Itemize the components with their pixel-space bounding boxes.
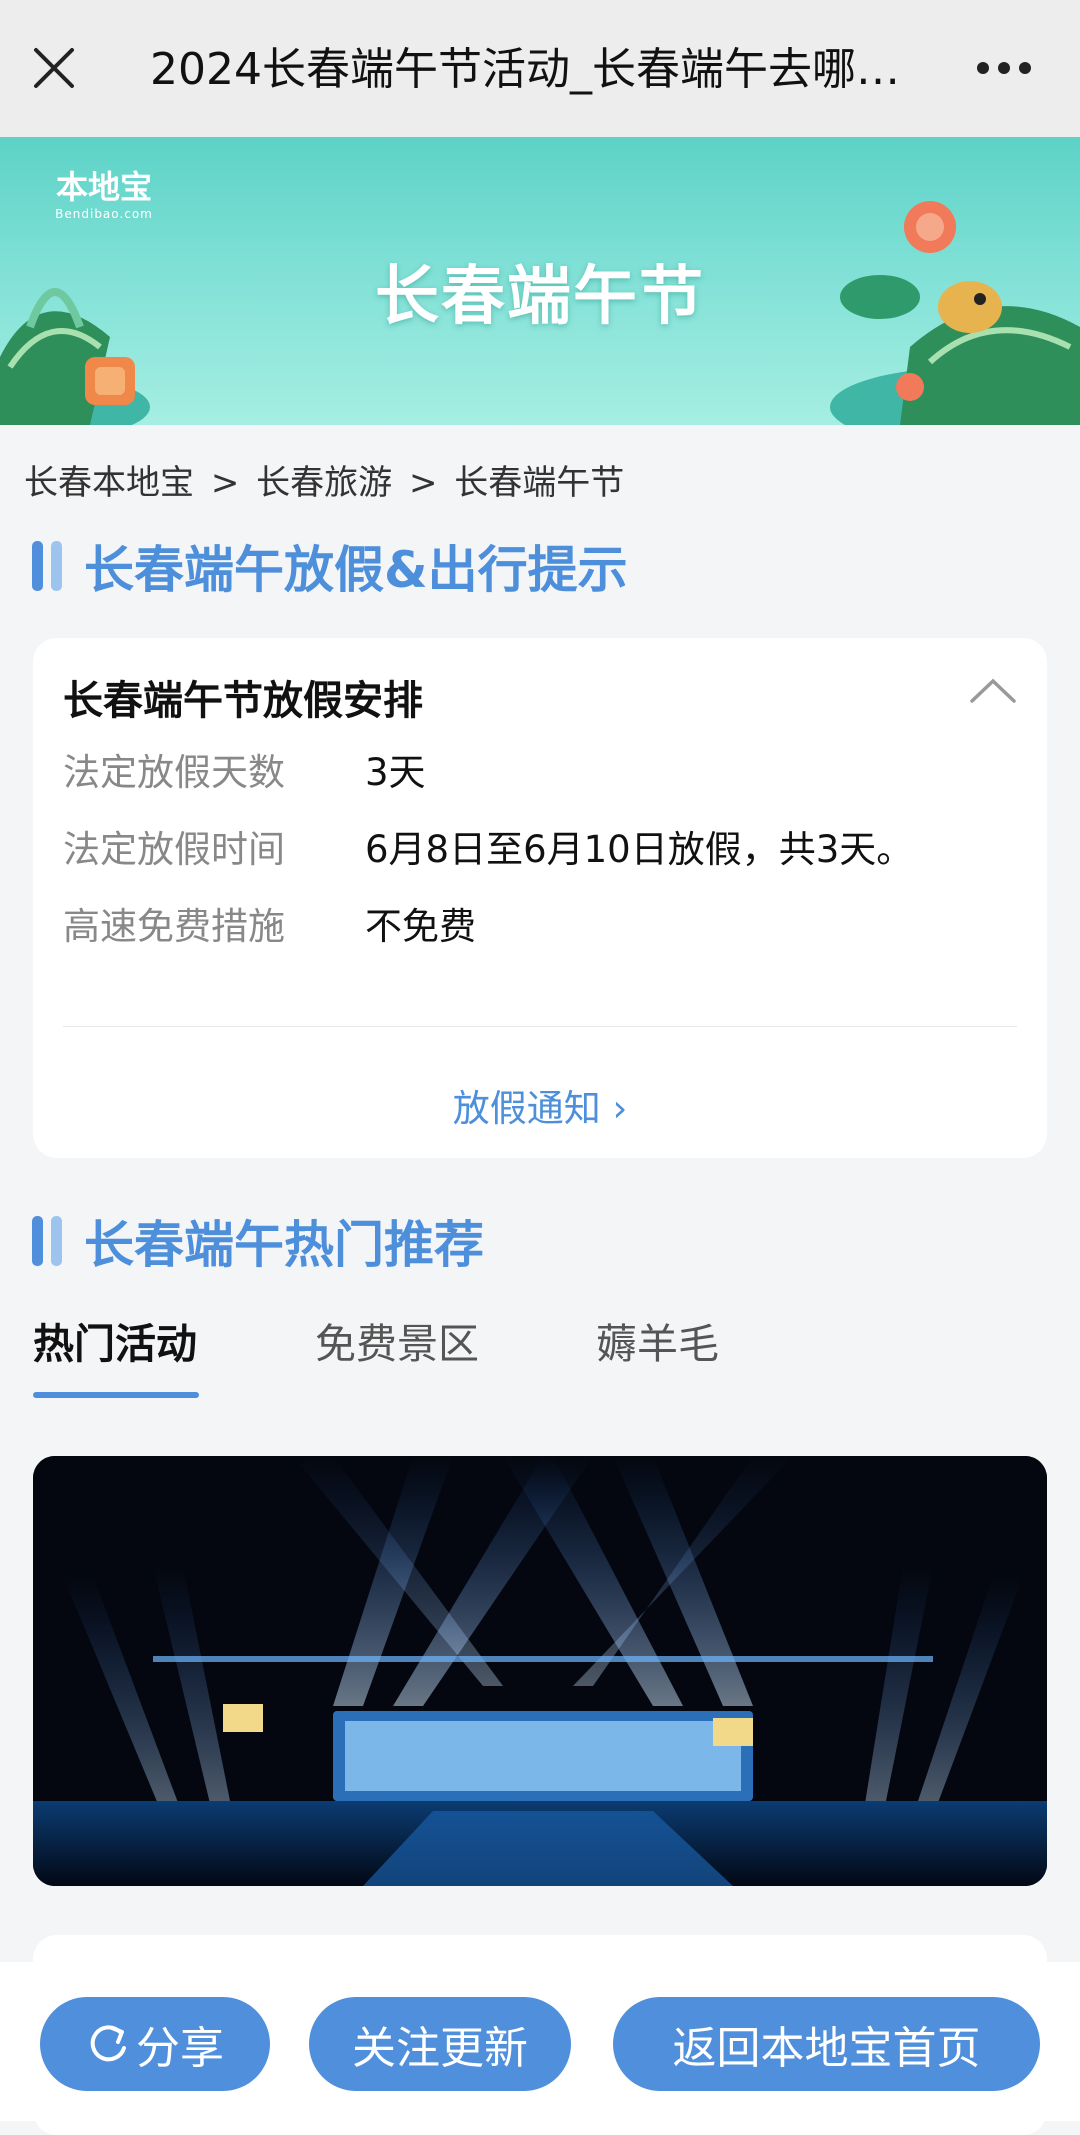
breadcrumb-current[interactable]: 长春端午节: [454, 463, 624, 503]
follow-updates-button[interactable]: 关注更新: [309, 1997, 571, 2091]
tab-free-scenic[interactable]: 免费景区: [315, 1310, 479, 1370]
section-heading-recommend: 长春端午热门推荐: [32, 1205, 484, 1277]
active-tab-indicator: [33, 1392, 199, 1398]
breadcrumb: 长春本地宝 > 长春旅游 > 长春端午节: [24, 455, 630, 504]
section-bars-icon: [32, 1216, 62, 1266]
close-icon[interactable]: [32, 46, 76, 90]
info-row: 法定放假时间 6月8日至6月10日放假，共3天。: [63, 828, 914, 871]
share-icon: [90, 2025, 126, 2062]
tab-deals[interactable]: 薅羊毛: [596, 1310, 719, 1370]
dragon-illustration: [830, 201, 1080, 425]
bottom-action-bar: 分享 关注更新 返回本地宝首页: [0, 1962, 1080, 2121]
holiday-notice-link[interactable]: 放假通知 ›: [33, 1078, 1047, 1132]
recommend-tabs: 热门活动 免费景区 薅羊毛: [33, 1310, 1047, 1400]
divider: [63, 1026, 1017, 1027]
section-heading-holiday: 长春端午放假&出行提示: [32, 530, 628, 602]
concert-stage-image[interactable]: [33, 1456, 1047, 1886]
share-button[interactable]: 分享: [40, 1997, 270, 2091]
breadcrumb-separator: >: [408, 463, 438, 503]
festival-banner: 本地宝 Bendibao.com 长春端午节: [0, 137, 1080, 425]
breadcrumb-travel[interactable]: 长春旅游: [256, 463, 392, 503]
holiday-arrangement-card: 长春端午节放假安排 法定放假天数 3天 法定放假时间 6月8日至6月10日放假，共3…: [33, 638, 1047, 1158]
tab-hot-activities[interactable]: 热门活动: [33, 1310, 197, 1370]
section-bars-icon: [32, 541, 62, 591]
more-icon[interactable]: [975, 58, 1033, 78]
breadcrumb-home[interactable]: 长春本地宝: [24, 463, 194, 503]
info-row: 法定放假天数 3天: [63, 751, 426, 794]
stage-lights-illustration: [33, 1456, 1047, 1886]
breadcrumb-separator: >: [210, 463, 240, 503]
back-home-button[interactable]: 返回本地宝首页: [613, 1997, 1040, 2091]
info-row: 高速免费措施 不免费: [63, 905, 476, 948]
chevron-up-icon[interactable]: [969, 676, 1017, 704]
top-nav-bar: 2024长春端午节活动_长春端午去哪…: [0, 0, 1080, 137]
bendibao-logo: 本地宝 Bendibao.com: [55, 168, 153, 221]
page-title: 2024长春端午节活动_长春端午去哪…: [150, 44, 900, 95]
card-title: 长春端午节放假安排: [63, 678, 423, 724]
